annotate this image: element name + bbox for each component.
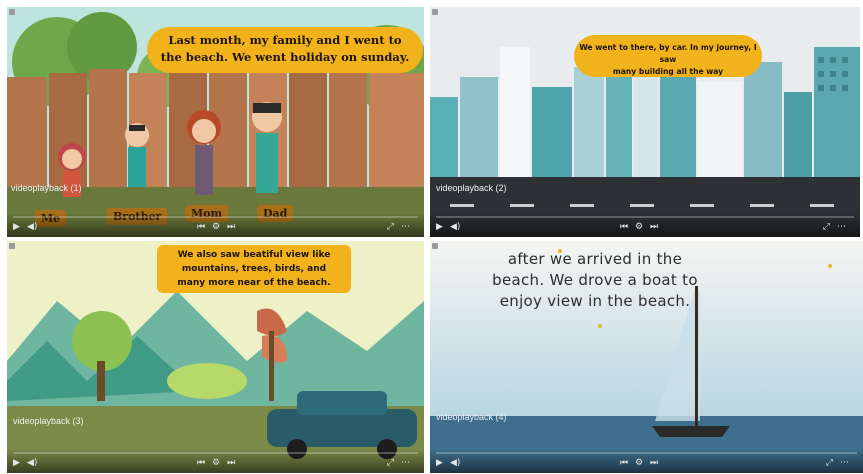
player-controls: ▶ ◀) ⏮ ⚙ ⏭ ⤢ ⋯ [7,449,424,473]
settings-icon[interactable]: ⚙ [635,222,643,232]
video-tile-4[interactable]: after we arrived in the beach. We drove … [430,241,863,473]
settings-icon[interactable]: ⚙ [635,458,643,468]
playback-title: videoplayback (3) [13,416,84,426]
tile-badge [432,9,438,15]
more-icon[interactable]: ⋯ [837,222,846,232]
next-icon[interactable]: ⏭ [227,458,235,468]
settings-icon[interactable]: ⚙ [212,222,220,232]
more-icon[interactable]: ⋯ [401,222,410,232]
progress-bar[interactable] [436,452,857,454]
speech-line: the beach. We went holiday on sunday. [160,50,410,64]
tile-badge [9,9,15,15]
previous-icon[interactable]: ⏮ [197,222,205,232]
speech-line: Last month, my family and I went to [168,33,402,47]
previous-icon[interactable]: ⏮ [620,222,628,232]
speech-bubble: Last month, my family and I went to the … [147,27,423,73]
speech-line: We went to there, by car. In my journey,… [579,43,757,64]
tile-badge [432,243,438,249]
video-tile-3[interactable]: We also saw beatiful view like mountains… [7,241,424,473]
previous-icon[interactable]: ⏮ [620,458,628,468]
previous-icon[interactable]: ⏮ [197,458,205,468]
video-tile-1[interactable]: Last month, my family and I went to the … [7,7,424,237]
fullscreen-icon[interactable]: ⤢ [387,222,394,232]
tile-badge [9,243,15,249]
volume-icon[interactable]: ◀) [450,458,460,468]
speech-line: We also saw beatiful view like [177,250,331,260]
speech-line: many more near of the beach. [177,278,331,288]
more-icon[interactable]: ⋯ [401,458,410,468]
caption-line: beach. We drove a boat to [492,271,698,289]
progress-bar[interactable] [13,452,418,454]
volume-icon[interactable]: ◀) [27,458,37,468]
player-controls: ▶ ◀) ⏮ ⚙ ⏭ ⤢ ⋯ [430,213,860,237]
play-icon[interactable]: ▶ [13,222,20,232]
settings-icon[interactable]: ⚙ [212,458,220,468]
next-icon[interactable]: ⏭ [227,222,235,232]
volume-icon[interactable]: ◀) [450,222,460,232]
next-icon[interactable]: ⏭ [650,458,658,468]
volume-icon[interactable]: ◀) [27,222,37,232]
video-tile-2[interactable]: We went to there, by car. In my journey,… [430,7,860,237]
fullscreen-icon[interactable]: ⤢ [387,458,394,468]
player-controls: ▶ ◀) ⏮ ⚙ ⏭ ⤢ ⋯ [430,449,863,473]
player-controls: ▶ ◀) ⏮ ⚙ ⏭ ⤢ ⋯ [7,213,424,237]
progress-bar[interactable] [436,216,854,218]
play-icon[interactable]: ▶ [436,222,443,232]
fullscreen-icon[interactable]: ⤢ [823,222,830,232]
caption-line: enjoy view in the beach. [499,292,691,310]
play-icon[interactable]: ▶ [436,458,443,468]
next-icon[interactable]: ⏭ [650,222,658,232]
play-icon[interactable]: ▶ [13,458,20,468]
fullscreen-icon[interactable]: ⤢ [826,458,833,468]
caption-line: after we arrived in the [507,250,683,268]
speech-line: mountains, trees, birds, and [181,264,327,274]
playback-title: videoplayback (2) [436,183,507,193]
speech-line: many building all the way [612,67,724,76]
playback-title: videoplayback (1) [11,183,82,193]
speech-bubble: We went to there, by car. In my journey,… [574,35,762,77]
progress-bar[interactable] [13,216,418,218]
more-icon[interactable]: ⋯ [840,458,849,468]
speech-bubble: We also saw beatiful view like mountains… [157,245,351,293]
story-caption: after we arrived in the beach. We drove … [470,249,720,312]
playback-title: videoplayback (4) [436,412,507,422]
